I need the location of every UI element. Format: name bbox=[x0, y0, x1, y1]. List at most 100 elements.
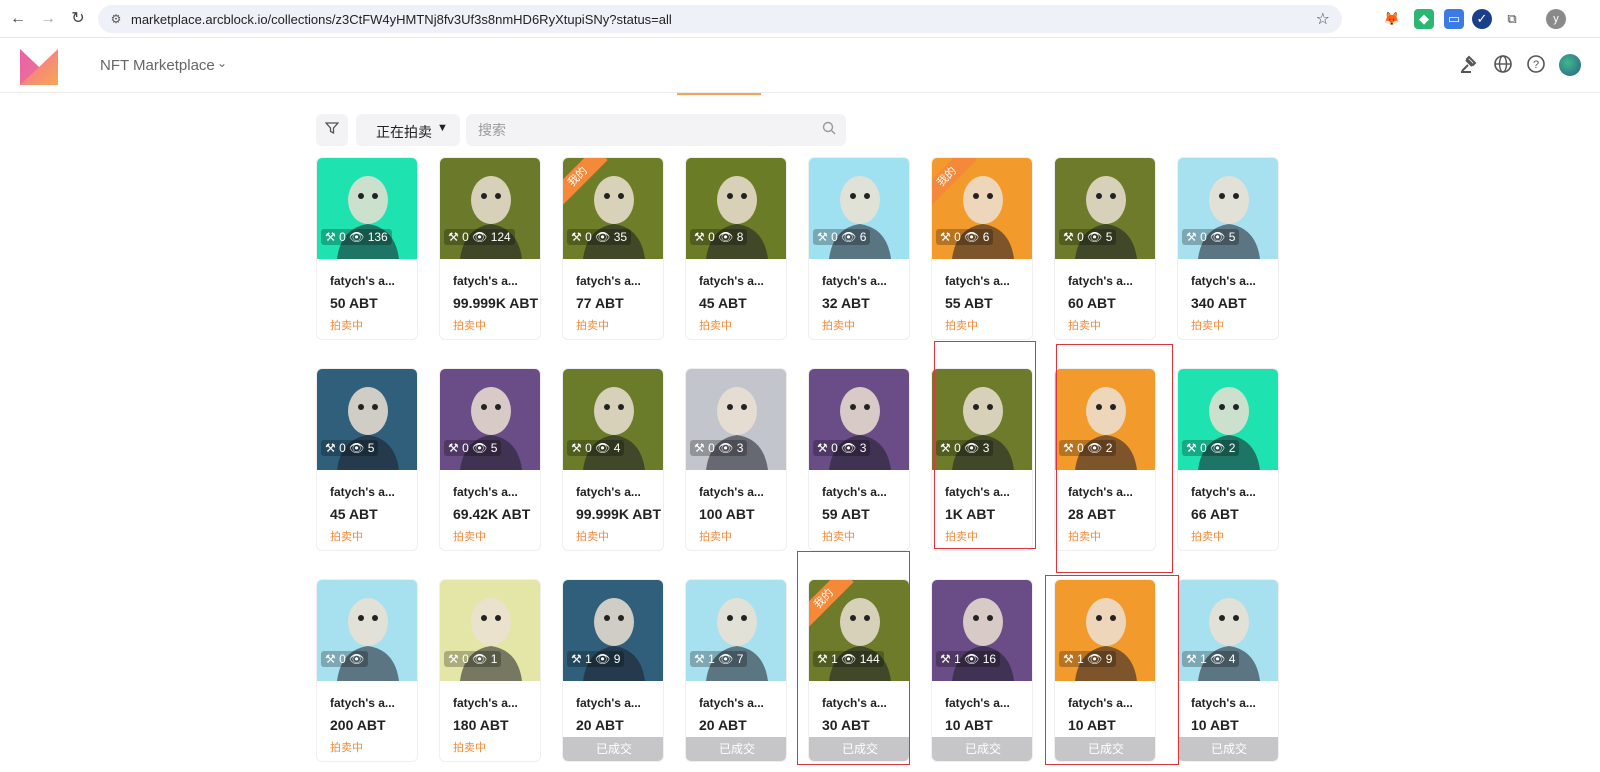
nft-name[interactable]: fatych's a... bbox=[1191, 696, 1256, 710]
nft-name[interactable]: fatych's a... bbox=[945, 696, 1010, 710]
nft-name[interactable]: fatych's a... bbox=[1191, 485, 1256, 499]
nft-thumbnail[interactable]: ⚒ 1 👁 9 bbox=[1055, 580, 1155, 681]
bookmark-star-icon[interactable]: ☆ bbox=[1316, 9, 1330, 29]
nft-card[interactable]: ⚒ 0 👁 3 fatych's a... 100 ABT 拍卖中 bbox=[685, 368, 787, 551]
nft-name[interactable]: fatych's a... bbox=[699, 696, 764, 710]
reload-icon[interactable]: ↻ bbox=[68, 9, 88, 29]
url-text[interactable]: marketplace.arcblock.io/collections/z3Ct… bbox=[131, 12, 672, 27]
nft-thumbnail[interactable]: ⚒ 1 👁 16 bbox=[932, 580, 1032, 681]
nft-thumbnail[interactable]: ⚒ 0 👁 5 bbox=[1055, 158, 1155, 259]
metamask-extension-icon[interactable]: 🦊 bbox=[1382, 9, 1402, 29]
nft-thumbnail[interactable]: 我的 ⚒ 1 👁 144 bbox=[809, 580, 909, 681]
nft-card[interactable]: ⚒ 0 👁 3 fatych's a... 59 ABT 拍卖中 bbox=[808, 368, 910, 551]
nft-name[interactable]: fatych's a... bbox=[576, 274, 641, 288]
view-count: 144 bbox=[859, 652, 880, 666]
nft-card[interactable]: ⚒ 0 👁 136 fatych's a... 50 ABT 拍卖中 bbox=[316, 157, 418, 340]
nft-name[interactable]: fatych's a... bbox=[453, 274, 518, 288]
nft-thumbnail[interactable]: ⚒ 0 👁 5 bbox=[1178, 158, 1278, 259]
nft-card[interactable]: 我的 ⚒ 0 👁 35 fatych's a... 77 ABT 拍卖中 bbox=[562, 157, 664, 340]
profile-avatar[interactable]: y bbox=[1546, 9, 1566, 29]
nft-thumbnail[interactable]: ⚒ 1 👁 7 bbox=[686, 580, 786, 681]
nft-thumbnail[interactable]: ⚒ 0 👁 124 bbox=[440, 158, 540, 259]
nft-thumbnail[interactable]: 我的 ⚒ 0 👁 35 bbox=[563, 158, 663, 259]
eye-icon: 👁 bbox=[714, 652, 737, 666]
back-icon[interactable]: ← bbox=[8, 9, 28, 29]
check-extension-icon[interactable]: ✓ bbox=[1472, 9, 1492, 29]
nft-thumbnail[interactable]: ⚒ 1 👁 4 bbox=[1178, 580, 1278, 681]
nft-thumbnail[interactable]: ⚒ 0 👁 136 bbox=[317, 158, 417, 259]
nft-name[interactable]: fatych's a... bbox=[699, 274, 764, 288]
search-icon[interactable] bbox=[822, 121, 836, 138]
nft-name[interactable]: fatych's a... bbox=[453, 485, 518, 499]
nft-card[interactable]: ⚒ 1 👁 9 fatych's a... 20 ABT 已成交 bbox=[562, 579, 664, 762]
nft-card[interactable]: ⚒ 1 👁 7 fatych's a... 20 ABT 已成交 bbox=[685, 579, 787, 762]
user-avatar[interactable] bbox=[1559, 54, 1581, 76]
nft-name[interactable]: fatych's a... bbox=[1068, 696, 1133, 710]
globe-icon[interactable] bbox=[1492, 54, 1514, 76]
nft-card[interactable]: ⚒ 1 👁 9 fatych's a... 10 ABT 已成交 bbox=[1054, 579, 1156, 762]
nft-card[interactable]: ⚒ 0 👁 2 fatych's a... 66 ABT 拍卖中 bbox=[1177, 368, 1279, 551]
arcblock-logo[interactable] bbox=[20, 49, 58, 85]
nft-card[interactable]: ⚒ 0 👁 8 fatych's a... 45 ABT 拍卖中 bbox=[685, 157, 787, 340]
nft-card[interactable]: ⚒ 0 👁 124 fatych's a... 99.999K ABT 拍卖中 bbox=[439, 157, 541, 340]
nft-thumbnail[interactable]: ⚒ 0 👁 8 bbox=[686, 158, 786, 259]
nft-thumbnail[interactable]: ⚒ 0 👁 3 bbox=[809, 369, 909, 470]
help-icon[interactable]: ? bbox=[1525, 54, 1547, 76]
search-input[interactable] bbox=[478, 120, 798, 140]
nft-name[interactable]: fatych's a... bbox=[822, 696, 887, 710]
nft-name[interactable]: fatych's a... bbox=[1068, 485, 1133, 499]
app-title[interactable]: NFT Marketplace bbox=[100, 57, 215, 74]
view-count: 3 bbox=[982, 441, 990, 455]
screen-extension-icon[interactable]: ▭ bbox=[1444, 9, 1464, 29]
nft-name[interactable]: fatych's a... bbox=[330, 485, 395, 499]
nft-thumbnail[interactable]: ⚒ 0 👁 3 bbox=[932, 369, 1032, 470]
nft-card[interactable]: ⚒ 0 👁 5 fatych's a... 45 ABT 拍卖中 bbox=[316, 368, 418, 551]
nft-card[interactable]: ⚒ 0 👁 2 fatych's a... 28 ABT 拍卖中 bbox=[1054, 368, 1156, 551]
nft-thumbnail[interactable]: ⚒ 0 👁 5 bbox=[440, 369, 540, 470]
chevron-down-icon[interactable]: ⌄ bbox=[217, 56, 227, 70]
nft-name[interactable]: fatych's a... bbox=[453, 696, 518, 710]
auction-gavel-icon[interactable] bbox=[1458, 54, 1480, 76]
nft-card[interactable]: 我的 ⚒ 1 👁 144 fatych's a... 30 ABT 已成交 bbox=[808, 579, 910, 762]
nft-card[interactable]: ⚒ 0 👁 5 fatych's a... 340 ABT 拍卖中 bbox=[1177, 157, 1279, 340]
nft-card[interactable]: ⚒ 1 👁 4 fatych's a... 10 ABT 已成交 bbox=[1177, 579, 1279, 762]
forward-icon[interactable]: → bbox=[38, 9, 58, 29]
nft-name[interactable]: fatych's a... bbox=[945, 485, 1010, 499]
nft-card[interactable]: 我的 ⚒ 0 👁 6 fatych's a... 55 ABT 拍卖中 bbox=[931, 157, 1033, 340]
nft-thumbnail[interactable]: 我的 ⚒ 0 👁 6 bbox=[932, 158, 1032, 259]
nft-name[interactable]: fatych's a... bbox=[822, 485, 887, 499]
nft-name[interactable]: fatych's a... bbox=[822, 274, 887, 288]
nft-card[interactable]: ⚒ 0 👁 5 fatych's a... 69.42K ABT 拍卖中 bbox=[439, 368, 541, 551]
nft-card[interactable]: ⚒ 1 👁 16 fatych's a... 10 ABT 已成交 bbox=[931, 579, 1033, 762]
nft-thumbnail[interactable]: ⚒ 0 👁 2 bbox=[1055, 369, 1155, 470]
wallet-extension-icon[interactable]: ◆ bbox=[1414, 9, 1434, 29]
nft-name[interactable]: fatych's a... bbox=[699, 485, 764, 499]
nft-name[interactable]: fatych's a... bbox=[1068, 274, 1133, 288]
nft-thumbnail[interactable]: ⚒ 1 👁 9 bbox=[563, 580, 663, 681]
nft-thumbnail[interactable]: ⚒ 0 👁 6 bbox=[809, 158, 909, 259]
nft-thumbnail[interactable]: ⚒ 0 👁 bbox=[317, 580, 417, 681]
status-select[interactable]: 正在拍卖 ▼ bbox=[356, 114, 460, 146]
extensions-puzzle-icon[interactable]: ⧉ bbox=[1502, 9, 1522, 29]
filter-button[interactable] bbox=[316, 114, 348, 146]
nft-thumbnail[interactable]: ⚒ 0 👁 3 bbox=[686, 369, 786, 470]
nft-thumbnail[interactable]: ⚒ 0 👁 2 bbox=[1178, 369, 1278, 470]
address-bar[interactable]: ⚙ marketplace.arcblock.io/collections/z3… bbox=[98, 5, 1342, 33]
nft-name[interactable]: fatych's a... bbox=[945, 274, 1010, 288]
nft-card[interactable]: ⚒ 0 👁 3 fatych's a... 1K ABT 拍卖中 bbox=[931, 368, 1033, 551]
nft-name[interactable]: fatych's a... bbox=[576, 696, 641, 710]
nft-thumbnail[interactable]: ⚒ 0 👁 5 bbox=[317, 369, 417, 470]
nft-name[interactable]: fatych's a... bbox=[330, 274, 395, 288]
site-settings-icon[interactable]: ⚙ bbox=[108, 11, 124, 27]
nft-card[interactable]: ⚒ 0 👁 5 fatych's a... 60 ABT 拍卖中 bbox=[1054, 157, 1156, 340]
nft-thumbnail[interactable]: ⚒ 0 👁 1 bbox=[440, 580, 540, 681]
nft-name[interactable]: fatych's a... bbox=[1191, 274, 1256, 288]
nft-card[interactable]: ⚒ 0 👁 4 fatych's a... 99.999K ABT 拍卖中 bbox=[562, 368, 664, 551]
nft-name[interactable]: fatych's a... bbox=[576, 485, 641, 499]
nft-card[interactable]: ⚒ 0 👁 fatych's a... 200 ABT 拍卖中 bbox=[316, 579, 418, 762]
nft-card[interactable]: ⚒ 0 👁 6 fatych's a... 32 ABT 拍卖中 bbox=[808, 157, 910, 340]
nft-thumbnail[interactable]: ⚒ 0 👁 4 bbox=[563, 369, 663, 470]
search-box[interactable] bbox=[466, 114, 846, 146]
nft-card[interactable]: ⚒ 0 👁 1 fatych's a... 180 ABT 拍卖中 bbox=[439, 579, 541, 762]
nft-name[interactable]: fatych's a... bbox=[330, 696, 395, 710]
